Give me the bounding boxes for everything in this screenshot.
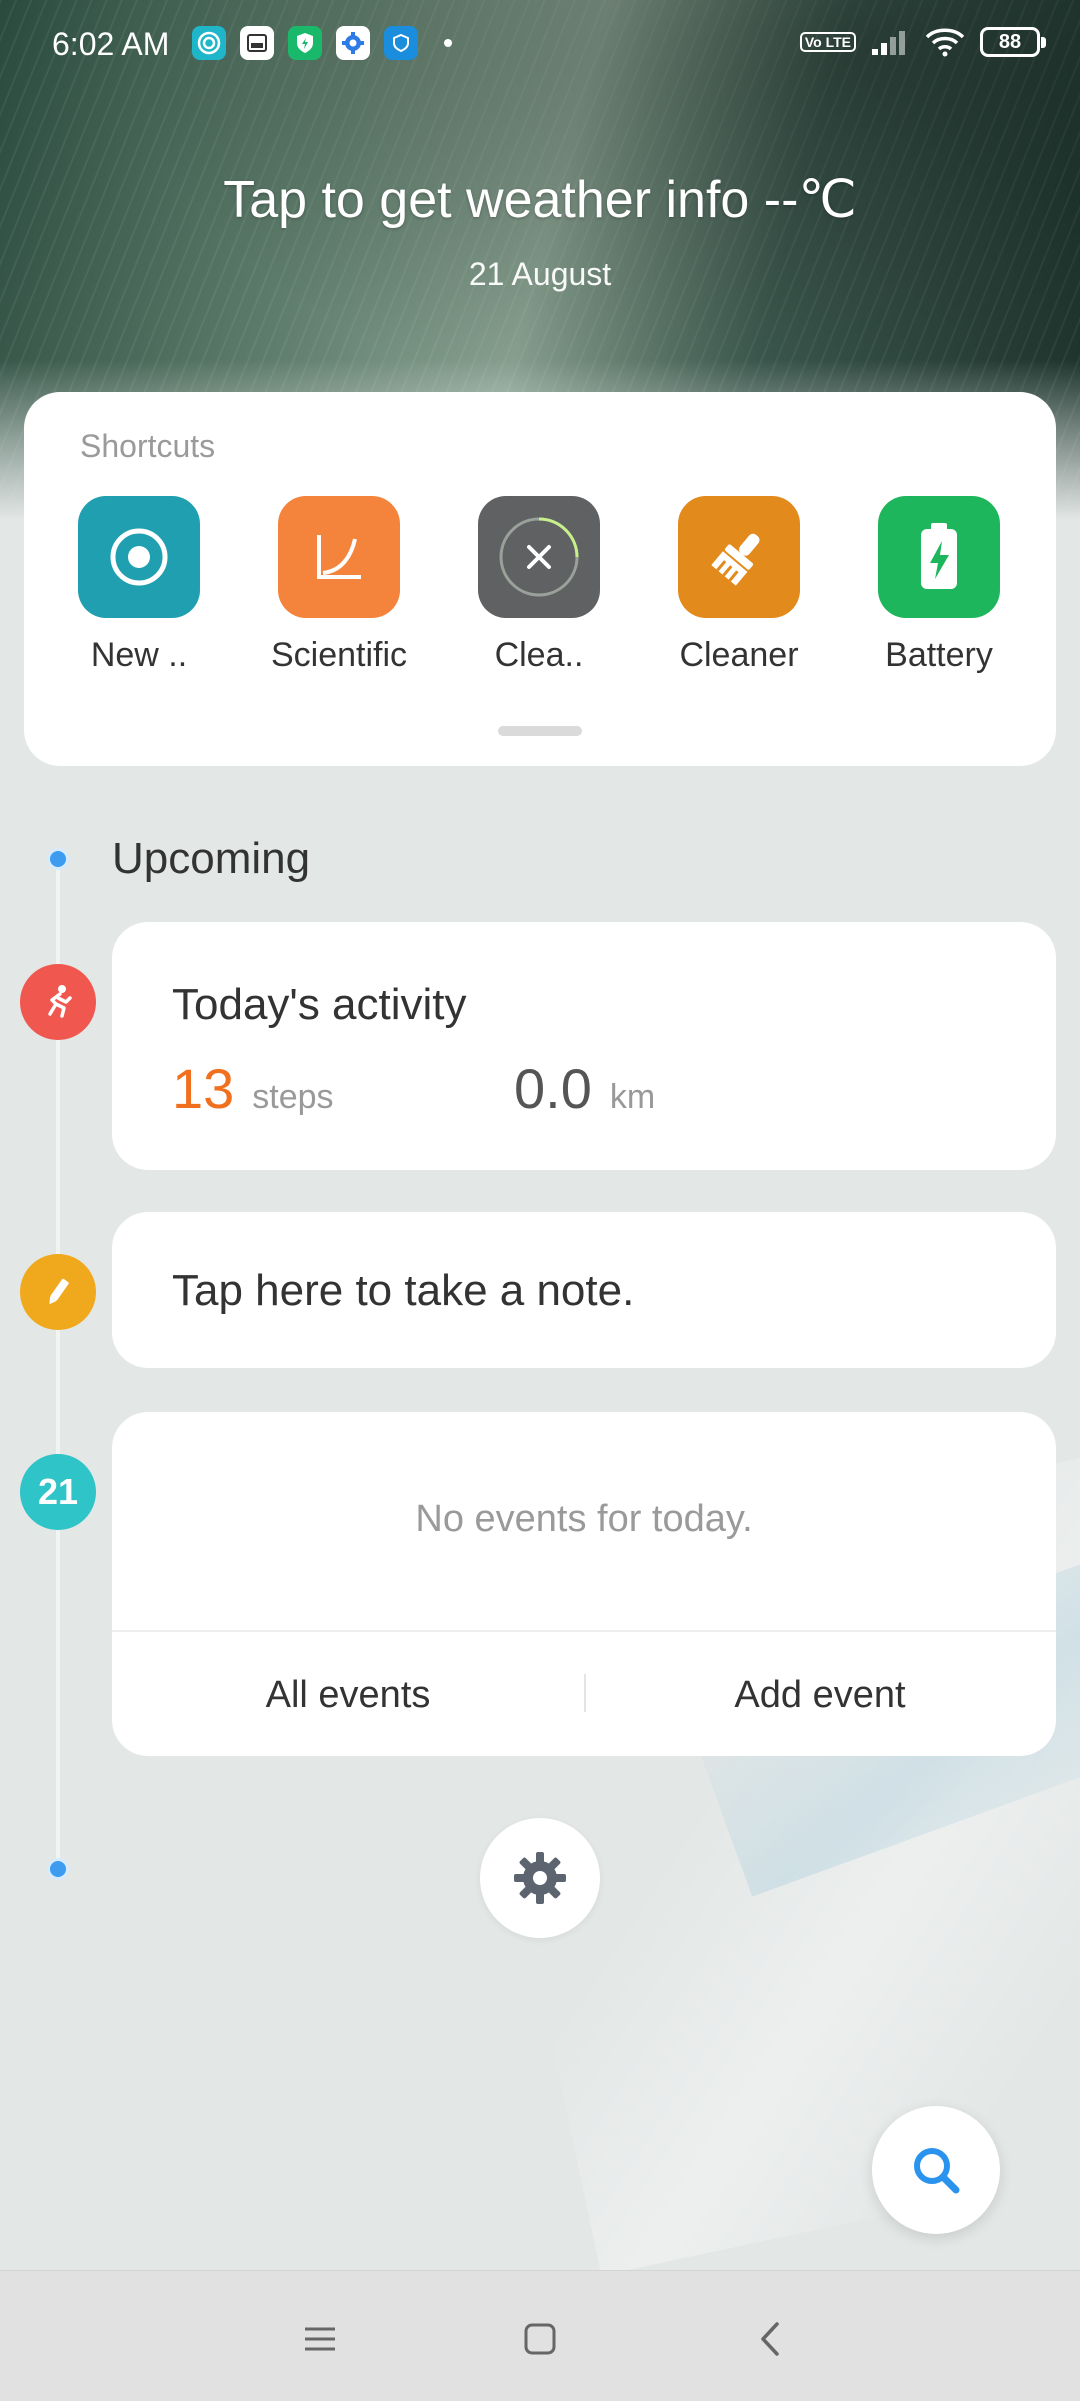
- distance-stat: 0.0 km: [514, 1056, 655, 1121]
- shortcut-label: Clea..: [494, 636, 584, 674]
- settings-button[interactable]: [480, 1818, 600, 1938]
- events-divider: [112, 1630, 1056, 1632]
- notification-icons: [192, 26, 452, 60]
- activity-card[interactable]: Today's activity 13 steps 0.0 km: [112, 922, 1056, 1170]
- no-events-text: No events for today.: [415, 1498, 753, 1540]
- menu-lines-icon: [305, 2327, 335, 2351]
- weather-widget: Tap to get weather info --℃ 21 August: [0, 170, 1080, 293]
- running-icon: [20, 964, 96, 1040]
- steps-stat: 13 steps: [172, 1056, 334, 1121]
- steps-value: 13: [172, 1057, 235, 1120]
- drag-handle[interactable]: [498, 726, 582, 736]
- battery-bolt-icon: [878, 496, 1000, 618]
- weather-title[interactable]: Tap to get weather info --℃: [0, 170, 1080, 230]
- add-event-button[interactable]: Add event: [584, 1674, 1056, 1717]
- shortcut-clean[interactable]: Clea..: [454, 496, 624, 675]
- security-badge-icon: [384, 26, 418, 60]
- timeline-dot-bottom: [47, 1858, 69, 1880]
- shield-icon: [288, 26, 322, 60]
- more-notifications-dot: [444, 39, 452, 47]
- wifi-icon: [925, 28, 965, 57]
- pencil-icon: [20, 1254, 96, 1330]
- home-button[interactable]: [510, 2309, 570, 2369]
- events-card: No events for today. All events Add even…: [112, 1412, 1056, 1756]
- steps-unit: steps: [252, 1078, 334, 1116]
- search-button[interactable]: [872, 2106, 1000, 2234]
- square-icon: [524, 2323, 556, 2355]
- navigation-bar: [0, 2270, 1080, 2401]
- shortcut-battery[interactable]: Battery: [854, 496, 1024, 675]
- target-icon: [192, 26, 226, 60]
- all-events-button[interactable]: All events: [112, 1674, 584, 1717]
- shortcut-scientific[interactable]: Scientific: [254, 496, 424, 675]
- battery-icon: 88: [980, 27, 1046, 57]
- shortcut-label: Scientific: [270, 636, 408, 674]
- brush-icon: [678, 496, 800, 618]
- photo-app-icon: [240, 26, 274, 60]
- calendar-day-badge: 21: [20, 1454, 96, 1530]
- search-icon: [914, 2148, 960, 2194]
- signal-icon: [872, 31, 905, 55]
- distance-unit: km: [609, 1078, 656, 1116]
- upcoming-title: Upcoming: [112, 834, 311, 883]
- gear-icon: [514, 1852, 566, 1904]
- shortcut-label: Cleaner: [679, 636, 799, 674]
- recents-button[interactable]: [290, 2309, 350, 2369]
- back-chevron-icon: [761, 2322, 779, 2356]
- close-circle-icon: [478, 496, 600, 618]
- record-icon: [78, 496, 200, 618]
- shortcut-label: New ..: [90, 636, 188, 674]
- distance-value: 0.0: [514, 1057, 592, 1120]
- settings-gear-icon: [336, 26, 370, 60]
- battery-level: 88: [998, 30, 1022, 53]
- volte-icon: Vo LTE: [799, 32, 856, 52]
- shortcut-label: Battery: [885, 636, 993, 674]
- back-button[interactable]: [740, 2309, 800, 2369]
- note-card[interactable]: Tap here to take a note.: [112, 1212, 1056, 1368]
- shortcut-cleaner[interactable]: Cleaner: [654, 496, 824, 675]
- note-prompt: Tap here to take a note.: [172, 1266, 635, 1315]
- shortcuts-card: Shortcuts New .. Scientific Clea.. Clean…: [24, 392, 1056, 766]
- shortcuts-header: Shortcuts: [80, 428, 216, 464]
- activity-title: Today's activity: [172, 980, 467, 1029]
- status-time: 6:02 AM: [52, 26, 170, 62]
- timeline-dot-top: [47, 848, 69, 870]
- status-bar: 6:02 AM Vo LTE 88: [0, 0, 1080, 90]
- calendar-day: 21: [37, 1471, 79, 1512]
- shortcut-new-recording[interactable]: New ..: [54, 496, 224, 675]
- system-icons: Vo LTE 88: [799, 26, 1046, 58]
- curve-graph-icon: [278, 496, 400, 618]
- weather-date: 21 August: [468, 256, 612, 292]
